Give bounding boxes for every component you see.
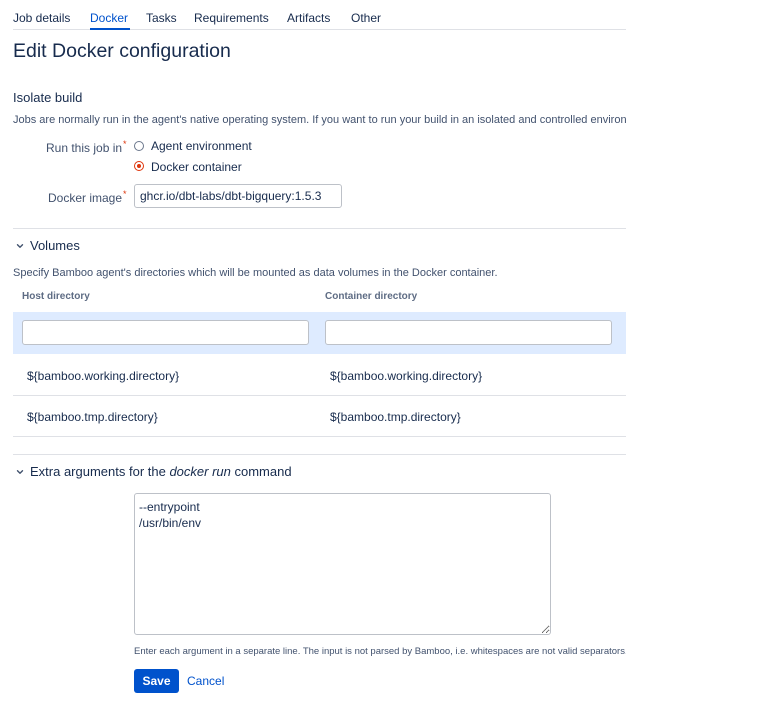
tab-other[interactable]: Other: [351, 11, 381, 25]
section-divider: [13, 228, 626, 229]
tab-artifacts[interactable]: Artifacts: [287, 11, 330, 25]
required-marker: *: [123, 139, 127, 149]
run-job-in-text: Run this job in: [46, 141, 123, 155]
docker-container-radio[interactable]: [134, 161, 144, 171]
new-container-directory-input[interactable]: [325, 320, 612, 345]
table-row-divider: [13, 395, 626, 396]
host-directory-header: Host directory: [22, 291, 90, 302]
tab-tasks[interactable]: Tasks: [146, 11, 177, 25]
new-host-directory-input[interactable]: [22, 320, 309, 345]
container-directory-header: Container directory: [325, 291, 418, 302]
volumes-description: Specify Bamboo agent's directories which…: [13, 267, 498, 279]
tab-docker[interactable]: Docker: [90, 11, 128, 25]
volume-container-cell: ${bamboo.working.directory}: [330, 369, 483, 383]
isolate-build-description: Jobs are normally run in the agent's nat…: [13, 114, 626, 126]
page: Job details Docker Tasks Requirements Ar…: [0, 0, 626, 709]
extra-arguments-help: Enter each argument in a separate line. …: [134, 646, 626, 657]
run-job-in-label: Run this job in*: [46, 139, 127, 157]
volume-container-cell: ${bamboo.tmp.directory}: [330, 410, 461, 424]
section-divider: [13, 454, 626, 455]
extra-arguments-heading-command: docker run: [169, 464, 231, 479]
isolate-build-heading: Isolate build: [13, 90, 83, 105]
cancel-link[interactable]: Cancel: [187, 674, 224, 688]
table-row-divider: [13, 436, 626, 437]
save-button[interactable]: Save: [134, 669, 179, 693]
docker-image-label: Docker image*: [48, 189, 127, 207]
required-marker: *: [123, 189, 127, 199]
agent-environment-radio[interactable]: [134, 141, 144, 151]
extra-arguments-heading-prefix: Extra arguments for the: [30, 464, 170, 479]
docker-image-text: Docker image: [48, 191, 123, 205]
docker-container-label[interactable]: Docker container: [151, 160, 242, 174]
tab-requirements[interactable]: Requirements: [194, 11, 269, 25]
volumes-heading[interactable]: Volumes: [30, 238, 80, 253]
page-title: Edit Docker configuration: [13, 40, 231, 62]
extra-arguments-heading[interactable]: Extra arguments for the docker run comma…: [30, 464, 292, 479]
chevron-down-icon[interactable]: [15, 467, 25, 477]
chevron-down-icon[interactable]: [15, 241, 25, 251]
volume-host-cell: ${bamboo.working.directory}: [27, 369, 180, 383]
tab-job-details[interactable]: Job details: [13, 11, 70, 25]
agent-environment-label[interactable]: Agent environment: [151, 139, 252, 153]
volume-host-cell: ${bamboo.tmp.directory}: [27, 410, 158, 424]
active-tab-indicator: [90, 28, 130, 30]
docker-image-input[interactable]: [134, 184, 342, 208]
extra-arguments-heading-suffix: command: [230, 464, 292, 479]
extra-arguments-textarea[interactable]: --entrypoint /usr/bin/env: [134, 493, 551, 635]
